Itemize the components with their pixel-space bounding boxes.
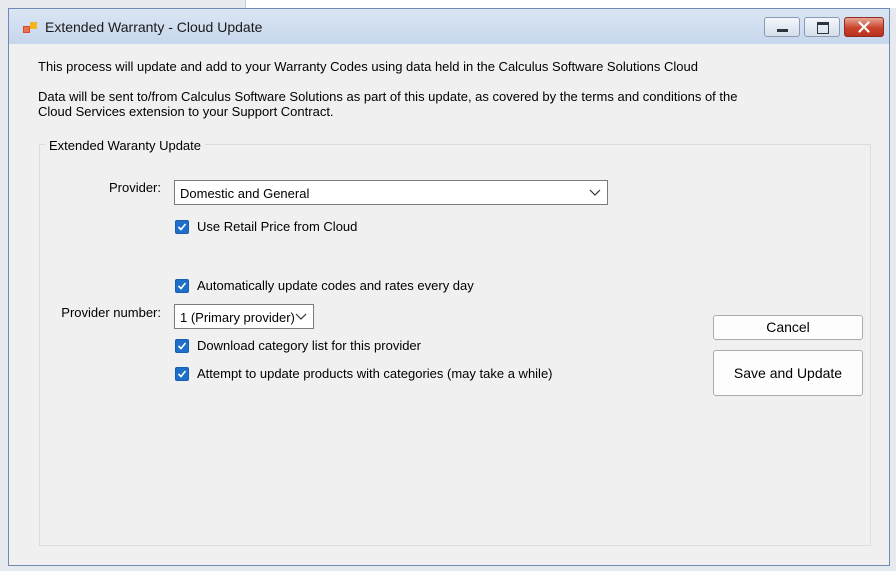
window-title: Extended Warranty - Cloud Update [45,19,263,35]
close-button[interactable] [844,17,884,37]
retail-price-label: Use Retail Price from Cloud [197,219,358,234]
retail-price-checkbox[interactable] [175,220,189,234]
attempt-update-label: Attempt to update products with categori… [197,366,553,381]
app-icon [23,22,37,33]
provider-number-label: Provider number: [61,305,161,320]
provider-number-value: 1 (Primary provider) [180,310,295,325]
attempt-update-checkbox[interactable] [175,367,189,381]
checkmark-icon [177,342,187,350]
provider-dropdown-value: Domestic and General [180,186,310,201]
download-category-checkbox[interactable] [175,339,189,353]
chevron-down-icon [589,189,601,196]
chevron-down-icon [295,313,307,320]
background-app-strip [245,0,896,8]
provider-number-dropdown[interactable]: 1 (Primary provider) [174,304,314,329]
dialog-window: Extended Warranty - Cloud Update This pr… [8,8,890,566]
checkmark-icon [177,370,187,378]
intro-text-1: This process will update and add to your… [38,59,698,74]
provider-label: Provider: [108,180,161,195]
save-and-update-button[interactable]: Save and Update [713,350,863,396]
intro-text-2: Data will be sent to/from Calculus Softw… [38,89,738,119]
group-legend: Extended Waranty Update [45,138,205,153]
close-icon [858,21,870,33]
provider-dropdown[interactable]: Domestic and General [174,180,608,205]
maximize-button[interactable] [804,17,840,37]
auto-update-checkbox[interactable] [175,279,189,293]
download-category-label: Download category list for this provider [197,338,421,353]
minimize-icon [777,29,788,32]
minimize-button[interactable] [764,17,800,37]
title-bar[interactable]: Extended Warranty - Cloud Update [9,9,889,44]
checkmark-icon [177,223,187,231]
checkmark-icon [177,282,187,290]
maximize-icon [817,22,829,34]
cancel-button[interactable]: Cancel [713,315,863,340]
auto-update-label: Automatically update codes and rates eve… [197,278,474,293]
